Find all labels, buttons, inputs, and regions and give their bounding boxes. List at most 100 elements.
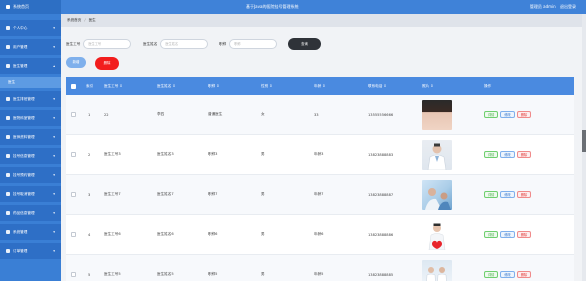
medicine-icon	[6, 211, 10, 215]
sidebar-item-profile[interactable]: 个人中心 ▾	[0, 20, 61, 36]
header-doctor-name[interactable]: 医生姓名 ⇕	[157, 77, 176, 95]
detail-button[interactable]: 详情	[484, 271, 499, 278]
detail-button[interactable]: 详情	[484, 151, 499, 158]
page-scrollbar[interactable]	[582, 14, 586, 281]
chevron-down-icon: ▾	[53, 135, 55, 139]
cell-gender: 男	[261, 272, 265, 276]
search-button[interactable]: 查询	[288, 38, 321, 50]
breadcrumb-home[interactable]: 系统首页	[67, 18, 81, 22]
header-photo[interactable]: 照片 ⇕	[422, 77, 433, 95]
detail-button[interactable]: 详情	[484, 191, 499, 198]
sidebar-item-label: 挂号信息管理	[13, 154, 35, 158]
sidebar-subitem-doctor[interactable]: 医生	[0, 77, 61, 88]
clock-icon	[6, 173, 10, 177]
row-delete-button[interactable]: 删除	[516, 231, 532, 238]
cell-age: 年龄7	[314, 192, 324, 196]
breadcrumb-current: 医生	[88, 18, 96, 22]
chevron-down-icon: ▾	[53, 173, 55, 177]
search-doctor-no: 医生工号 医生工号	[66, 39, 132, 49]
header-age[interactable]: 年龄 ⇕	[314, 77, 325, 95]
doctor-photo	[422, 139, 452, 170]
add-button[interactable]: 新增	[66, 57, 86, 68]
sidebar-item-profiles[interactable]: 医师资料管理 ▾	[0, 129, 61, 145]
sidebar-item-label: 订单管理	[13, 249, 28, 253]
cell-doctor-name: 医生姓名7	[157, 192, 174, 196]
row-delete-button[interactable]: 删除	[516, 271, 532, 278]
cell-age: 年龄3	[314, 152, 324, 156]
sidebar-item-registrations[interactable]: 挂号信息管理 ▾	[0, 148, 61, 164]
sidebar-item-cancellations[interactable]: 挂号取消管理 ▾	[0, 186, 61, 202]
header-gender[interactable]: 性别 ⇕	[261, 77, 272, 95]
gear-icon	[6, 230, 10, 234]
cell-index: 2	[88, 152, 91, 157]
logout-link[interactable]: 退出登录	[560, 4, 576, 9]
cell-index: 1	[88, 112, 91, 117]
cell-doctor-no: 22	[104, 112, 109, 117]
hospital-icon	[6, 116, 10, 120]
edit-button[interactable]: 修改	[500, 191, 515, 198]
cell-phone: 13823888885	[368, 272, 394, 277]
edit-button[interactable]: 修改	[500, 151, 515, 158]
cell-doctor-name: 医生姓名6	[157, 232, 174, 236]
sidebar-item-orders[interactable]: 订单管理 ▾	[0, 243, 61, 259]
table-row: 4 医生工号6 医生姓名6 职称6 男 年龄6 13823888886 详情 修改…	[66, 215, 574, 255]
sidebar-item-medicine[interactable]: 药品信息管理 ▾	[0, 205, 61, 221]
row-checkbox[interactable]	[71, 192, 76, 197]
breadcrumb: 系统首页 / 医生	[61, 14, 586, 27]
chevron-up-icon: ▴	[53, 64, 55, 68]
sidebar-item-label: 用户管理	[13, 45, 28, 49]
title-input[interactable]: 职称	[229, 39, 278, 49]
sidebar-item-departments[interactable]: 医院科室管理 ▾	[0, 110, 61, 126]
row-delete-button[interactable]: 删除	[516, 151, 532, 158]
header-phone[interactable]: 联系电话 ⇕	[368, 77, 387, 95]
edit-button[interactable]: 修改	[500, 111, 515, 118]
cell-doctor-no: 医生工号6	[104, 232, 121, 236]
row-delete-button[interactable]: 删除	[516, 191, 532, 198]
header-title[interactable]: 职称 ⇕	[208, 77, 219, 95]
detail-button[interactable]: 详情	[484, 111, 499, 118]
sidebar-item-doctors[interactable]: 医生管理 ▴	[0, 58, 61, 74]
user-area: 管理员 admin 退出登录	[527, 0, 576, 14]
cell-gender: 男	[261, 152, 265, 156]
cell-title: 职称3	[208, 152, 218, 156]
doctor-photo	[422, 99, 452, 130]
cell-index: 3	[88, 192, 91, 197]
delete-button[interactable]: 删除	[95, 57, 119, 70]
sidebar-item-label: 医院科室管理	[13, 116, 35, 120]
detail-button[interactable]: 详情	[484, 231, 499, 238]
row-delete-button[interactable]: 删除	[516, 111, 532, 118]
scrollbar-thumb[interactable]	[582, 130, 586, 152]
cell-doctor-name: 医生姓名3	[157, 152, 174, 156]
header-doctor-no[interactable]: 医生工号 ⇕	[104, 77, 123, 95]
home-link[interactable]: 系统首页	[0, 0, 61, 14]
edit-button[interactable]: 修改	[500, 271, 515, 278]
sidebar-item-schedule[interactable]: 医生排班管理 ▾	[0, 91, 61, 107]
row-checkbox[interactable]	[71, 232, 76, 237]
row-checkbox[interactable]	[71, 272, 76, 277]
row-checkbox[interactable]	[71, 152, 76, 157]
search-title: 职称 职称	[219, 39, 278, 49]
sidebar-item-appointments[interactable]: 挂号预约管理 ▾	[0, 167, 61, 183]
select-all-checkbox[interactable]	[71, 83, 76, 89]
chevron-down-icon: ▾	[53, 192, 55, 196]
sidebar-item-system[interactable]: 系统管理 ▾	[0, 224, 61, 240]
edit-button[interactable]: 修改	[500, 231, 515, 238]
cell-doctor-name: 医生姓名5	[157, 272, 174, 276]
doctor-photo	[422, 259, 452, 281]
cell-title: 职称5	[208, 272, 218, 276]
doctor-name-input[interactable]: 医生姓名	[160, 39, 209, 49]
sidebar-item-label: 个人中心	[13, 26, 28, 30]
chevron-down-icon: ▾	[53, 45, 55, 49]
row-checkbox[interactable]	[71, 112, 76, 117]
cell-gender: 女	[261, 112, 265, 116]
sidebar-item-users[interactable]: 用户管理 ▾	[0, 39, 61, 55]
sidebar-item-label: 医师资料管理	[13, 135, 35, 139]
user-icon	[6, 26, 10, 30]
cancel-icon	[6, 192, 10, 196]
calendar-icon	[6, 97, 10, 101]
chevron-down-icon: ▾	[53, 230, 55, 234]
sidebar-item-label: 药品信息管理	[13, 211, 35, 215]
doctor-no-input[interactable]: 医生工号	[83, 39, 132, 49]
cell-phone: 13823888883	[368, 152, 394, 157]
breadcrumb-separator: /	[84, 18, 86, 22]
